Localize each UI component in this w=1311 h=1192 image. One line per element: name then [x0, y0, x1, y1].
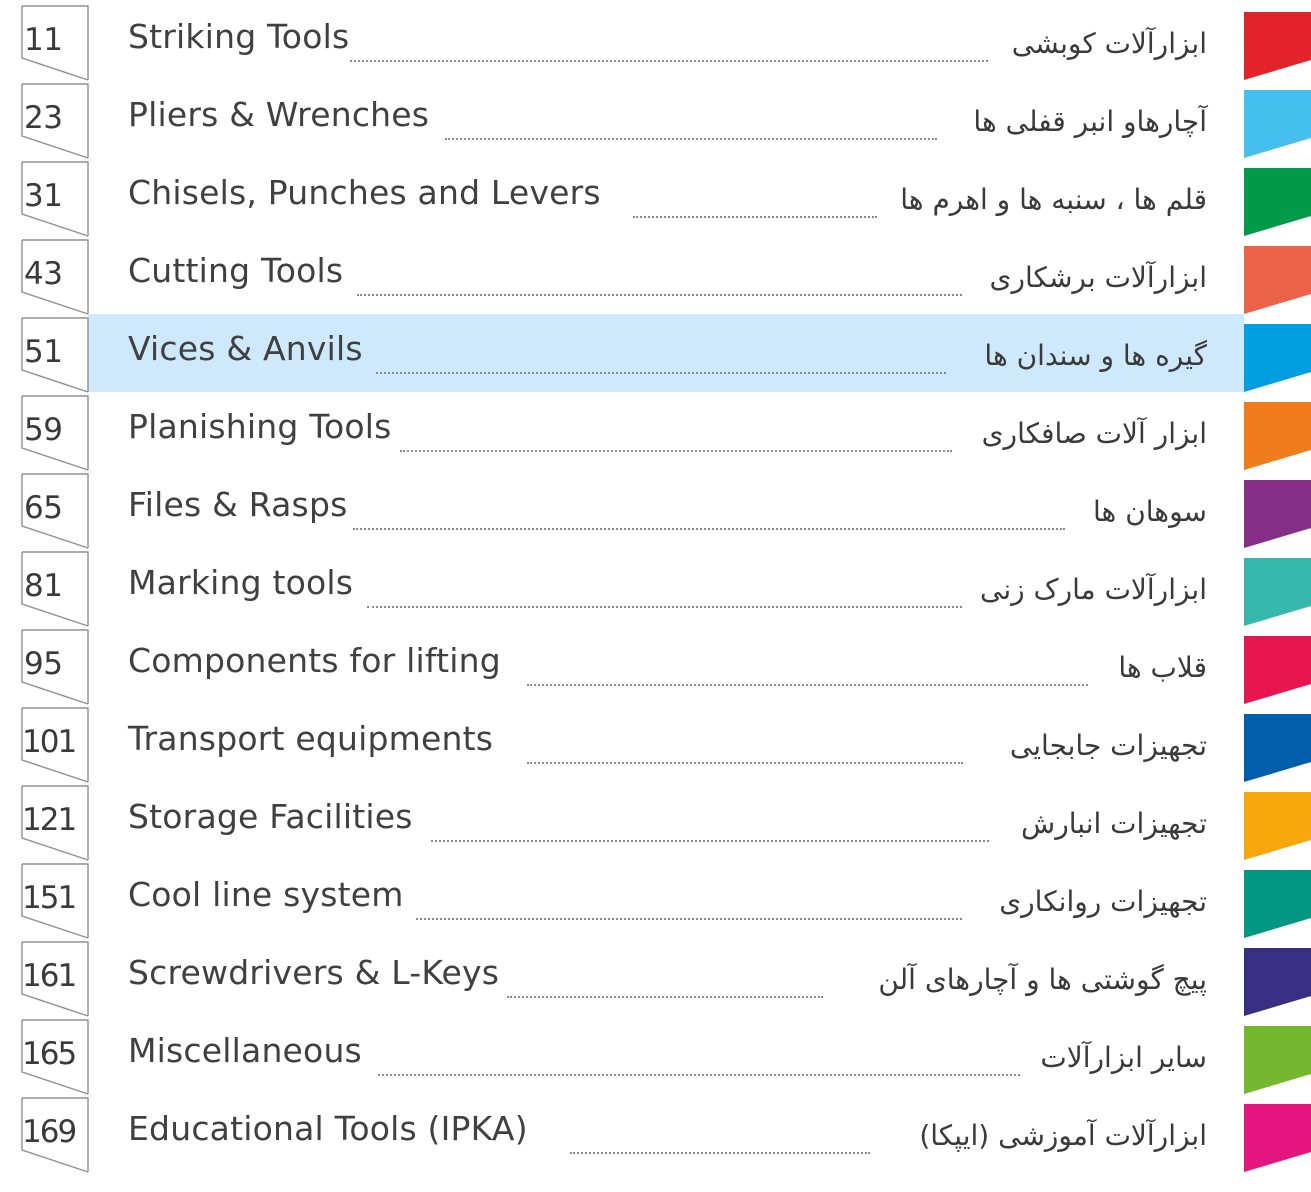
- persian-title: ابزارآلات کوبشی: [1011, 27, 1207, 60]
- toc-row[interactable]: 59 Planishing Tools ابزار آلات صافکاری: [0, 392, 1311, 471]
- color-tab: [1244, 246, 1311, 314]
- persian-title: تجهیزات جابجایی: [1009, 729, 1207, 762]
- toc-row[interactable]: 95 Components for lifting قلاب ها: [0, 626, 1311, 705]
- persian-title: تجهیزات روانکاری: [999, 885, 1207, 918]
- dot-leader: [527, 656, 1088, 686]
- color-tab: [1244, 636, 1311, 704]
- toc-row[interactable]: 161 Screwdrivers & L-Keys پیچ گوشتی ها و آ…: [0, 938, 1311, 1017]
- color-tab: [1244, 792, 1311, 860]
- dot-leader: [633, 188, 877, 218]
- english-title: Chisels, Punches and Levers: [128, 173, 601, 212]
- page-number: 51: [24, 334, 63, 370]
- toc-row[interactable]: 31 Chisels, Punches and Levers قلم ها ، سن…: [0, 158, 1311, 237]
- dot-leader: [431, 812, 989, 842]
- table-of-contents: 11 Striking Tools ابزارآلات کوبشی 23 Pliers …: [0, 0, 1311, 1192]
- toc-row[interactable]: 43 Cutting Tools ابزارآلات برشکاری: [0, 236, 1311, 315]
- persian-title: سایر ابزارآلات: [1040, 1041, 1207, 1074]
- persian-title: ابزارآلات مارک زنی: [980, 573, 1207, 606]
- english-title: Files & Rasps: [128, 485, 348, 524]
- dot-leader: [507, 968, 823, 998]
- toc-row[interactable]: 121 Storage Facilities تجهیزات انبارش: [0, 782, 1311, 861]
- dot-leader: [378, 1046, 1020, 1076]
- color-tab: [1244, 90, 1311, 158]
- dot-leader: [350, 32, 988, 62]
- page-number: 11: [24, 22, 63, 58]
- page-number: 95: [24, 646, 63, 682]
- dot-leader: [376, 344, 946, 374]
- persian-title: ابزار آلات صافکاری: [981, 417, 1207, 450]
- persian-title: قلم ها ، سنبه ها و اهرم ها: [900, 183, 1207, 216]
- english-title: Educational Tools (IPKA): [128, 1109, 528, 1148]
- color-tab: [1244, 948, 1311, 1016]
- persian-title: گیره ها و سندان ها: [984, 339, 1207, 372]
- english-title: Striking Tools: [128, 17, 350, 56]
- page-number: 161: [22, 958, 77, 994]
- color-tab: [1244, 1104, 1311, 1172]
- english-title: Cool line system: [128, 875, 404, 914]
- english-title: Marking tools: [128, 563, 354, 602]
- toc-row[interactable]: 165 Miscellaneous سایر ابزارآلات: [0, 1016, 1311, 1095]
- dot-leader: [367, 578, 962, 608]
- persian-title: تجهیزات انبارش: [1021, 807, 1207, 840]
- persian-title: سوهان ها: [1093, 495, 1207, 528]
- page-number: 23: [24, 100, 63, 136]
- page-number: 31: [24, 178, 63, 214]
- toc-row[interactable]: 51 Vices & Anvils گیره ها و سندان ها: [0, 314, 1311, 393]
- persian-title: ابزارآلات برشکاری: [989, 261, 1207, 294]
- color-tab: [1244, 480, 1311, 548]
- english-title: Storage Facilities: [128, 797, 413, 836]
- page-number: 81: [24, 568, 63, 604]
- persian-title: آچارهاو انبر قفلی ها: [973, 105, 1207, 138]
- page-number: 101: [22, 724, 77, 760]
- color-tab: [1244, 12, 1311, 80]
- english-title: Cutting Tools: [128, 251, 344, 290]
- color-tab: [1244, 870, 1311, 938]
- persian-title: ابزارآلات آموزشی (ایپکا): [919, 1119, 1207, 1152]
- english-title: Miscellaneous: [128, 1031, 362, 1070]
- toc-row[interactable]: 151 Cool line system تجهیزات روانکاری: [0, 860, 1311, 939]
- english-title: Transport equipments: [128, 719, 494, 758]
- page-number: 165: [22, 1036, 77, 1072]
- page-number: 59: [24, 412, 63, 448]
- dot-leader: [570, 1124, 870, 1154]
- english-title: Screwdrivers & L-Keys: [128, 953, 500, 992]
- dot-leader: [445, 110, 937, 140]
- toc-row[interactable]: 23 Pliers & Wrenches آچارهاو انبر قفلی ها: [0, 80, 1311, 159]
- dot-leader: [353, 500, 1065, 530]
- toc-row[interactable]: 81 Marking tools ابزارآلات مارک زنی: [0, 548, 1311, 627]
- english-title: Planishing Tools: [128, 407, 392, 446]
- persian-title: پیچ گوشتی ها و آچارهای آلن: [878, 963, 1207, 996]
- dot-leader: [400, 422, 952, 452]
- color-tab: [1244, 558, 1311, 626]
- page-number: 65: [24, 490, 63, 526]
- dot-leader: [527, 734, 963, 764]
- english-title: Components for lifting: [128, 641, 501, 680]
- color-tab: [1244, 324, 1311, 392]
- page-number: 121: [22, 802, 77, 838]
- toc-row[interactable]: 11 Striking Tools ابزارآلات کوبشی: [0, 2, 1311, 81]
- english-title: Pliers & Wrenches: [128, 95, 430, 134]
- toc-row[interactable]: 169 Educational Tools (IPKA) ابزارآلات آمو…: [0, 1094, 1311, 1173]
- persian-title: قلاب ها: [1118, 651, 1207, 684]
- page-number: 169: [22, 1114, 77, 1150]
- toc-row[interactable]: 101 Transport equipments تجهیزات جابجایی: [0, 704, 1311, 783]
- dot-leader: [416, 890, 962, 920]
- color-tab: [1244, 402, 1311, 470]
- dot-leader: [357, 266, 962, 296]
- toc-row[interactable]: 65 Files & Rasps سوهان ها: [0, 470, 1311, 549]
- english-title: Vices & Anvils: [128, 329, 363, 368]
- color-tab: [1244, 168, 1311, 236]
- color-tab: [1244, 714, 1311, 782]
- page-number: 151: [22, 880, 77, 916]
- color-tab: [1244, 1026, 1311, 1094]
- page-number: 43: [24, 256, 63, 292]
